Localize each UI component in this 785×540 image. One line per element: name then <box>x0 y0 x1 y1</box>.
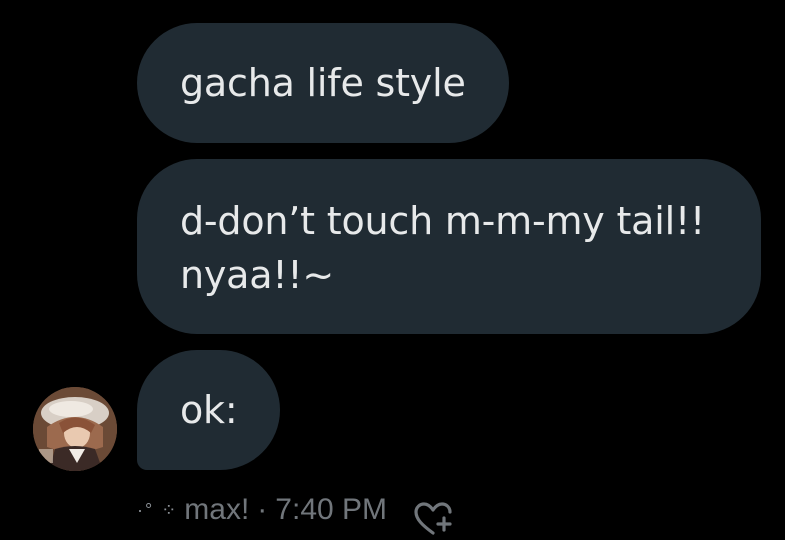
heart-plus-icon <box>414 502 452 535</box>
message-bubble[interactable]: d-don’t touch m-m-my tail!! nyaa!!~ <box>137 159 761 334</box>
avatar[interactable] <box>33 387 117 471</box>
avatar-image <box>33 387 117 471</box>
message-text: ok: <box>180 388 238 432</box>
add-reaction-button[interactable] <box>412 500 456 536</box>
message-text: gacha life style <box>180 61 466 105</box>
message-time: 7:40 PM <box>275 493 388 526</box>
message-text: d-don’t touch m-m-my tail!! nyaa!!~ <box>180 199 706 297</box>
message-meta: ·° ⁘ max! · 7:40 PM <box>137 490 387 530</box>
name-decoration: ·° ⁘ <box>137 499 179 520</box>
message-bubble[interactable]: gacha life style <box>137 23 509 143</box>
message-bubble[interactable]: ok: <box>137 350 280 470</box>
meta-separator: · <box>257 493 268 526</box>
sender-name[interactable]: max! <box>184 493 249 527</box>
